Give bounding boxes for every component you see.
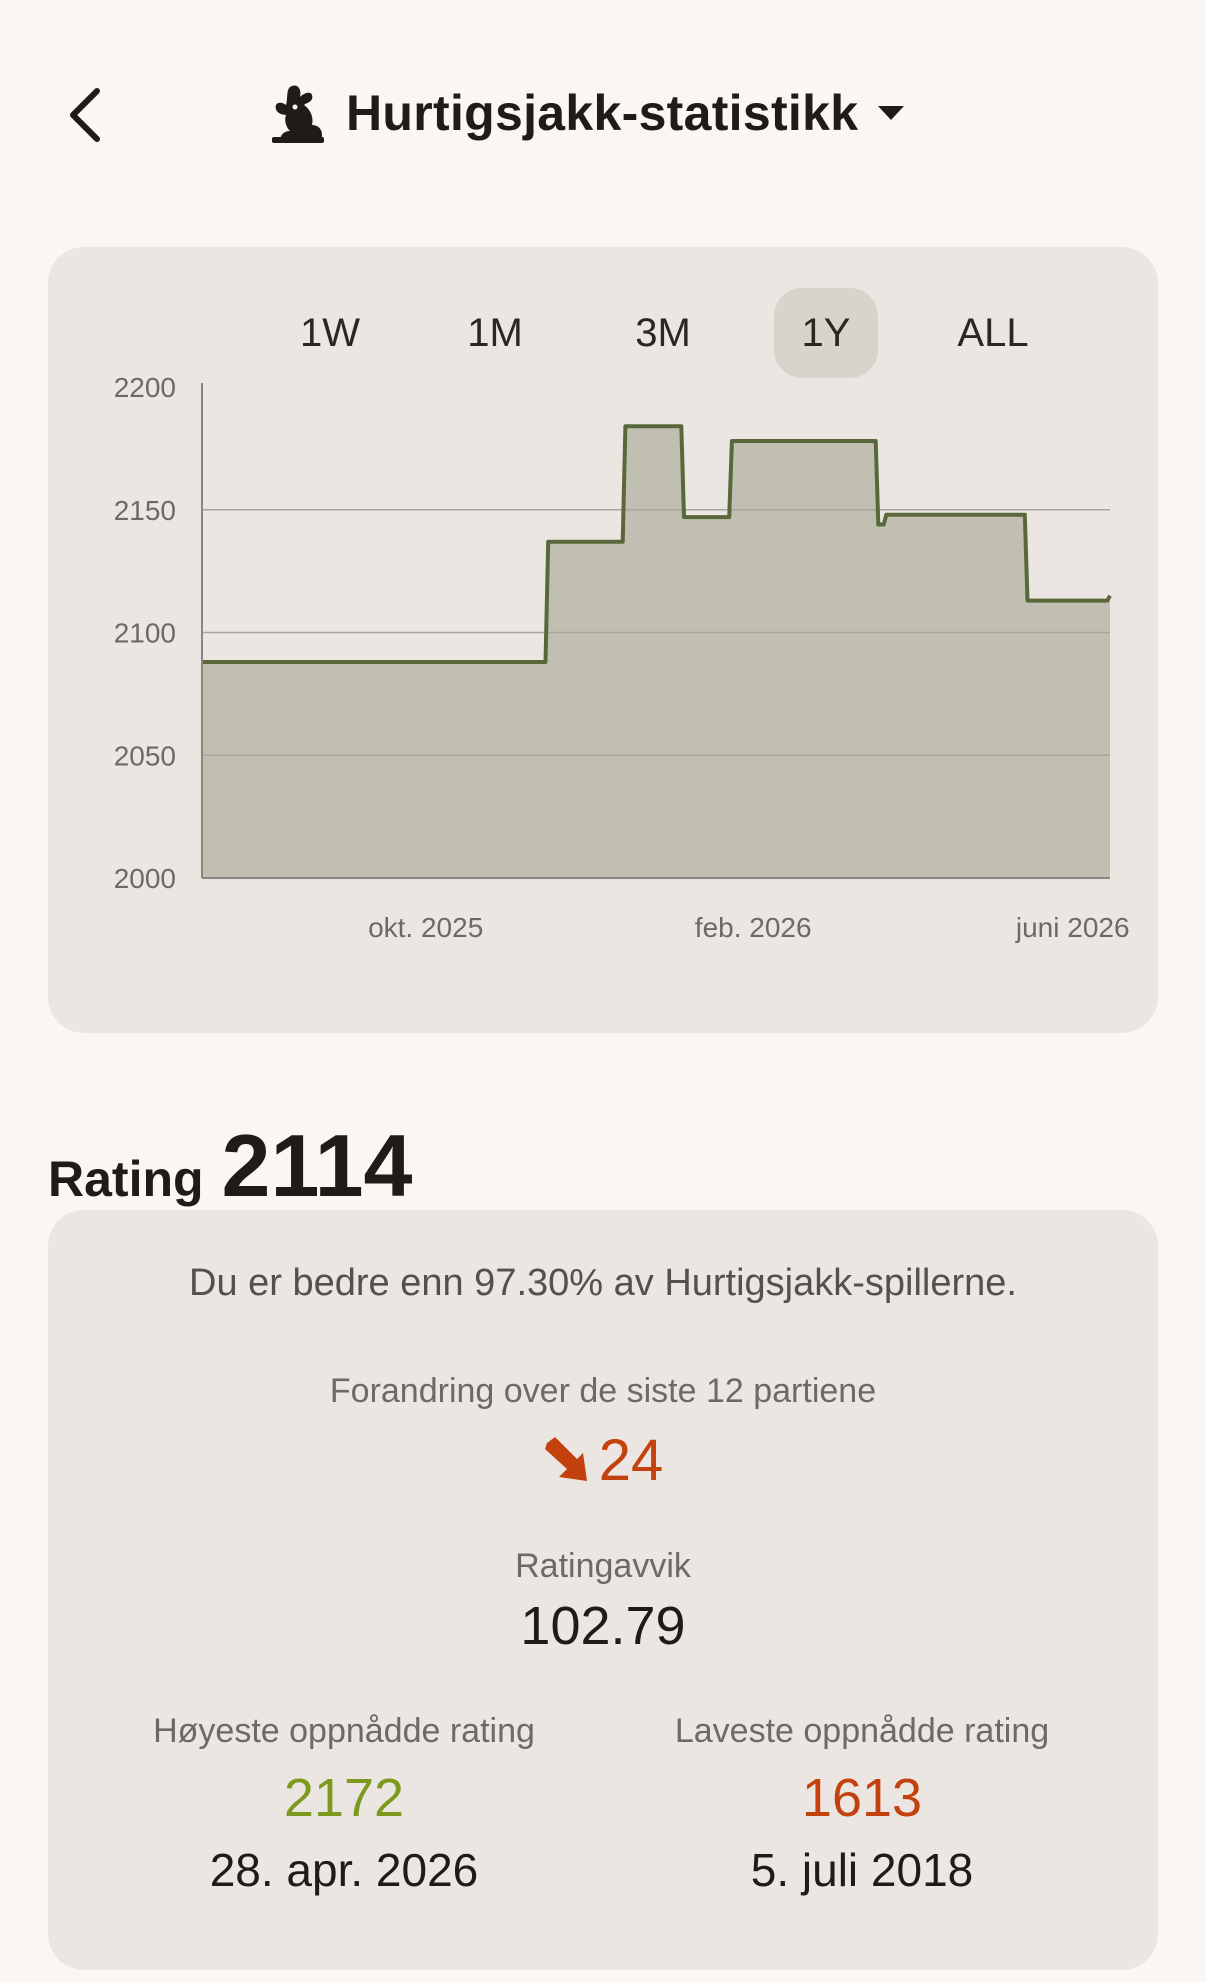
y-tick-label: 2000 bbox=[114, 863, 176, 894]
arrow-down-right-icon bbox=[544, 1437, 587, 1481]
deviation-value: 102.79 bbox=[520, 1596, 686, 1656]
change-label: Forandring over de siste 12 partiene bbox=[329, 1372, 877, 1410]
highest-date: 28. apr. 2026 bbox=[209, 1844, 479, 1896]
x-tick-label: juni 2026 bbox=[1015, 912, 1130, 943]
y-tick-label: 2200 bbox=[114, 372, 176, 403]
rating-label: Rating bbox=[48, 1151, 204, 1207]
x-tick-label: feb. 2026 bbox=[695, 912, 812, 943]
highest-label: Høyeste oppnådde rating bbox=[153, 1712, 535, 1750]
lowest-rating-block: Laveste oppnådde rating 1613 5. juli 201… bbox=[622, 1712, 1102, 1897]
deviation-label: Ratingavvik bbox=[515, 1547, 691, 1585]
change-row: 24 bbox=[0, 1425, 1206, 1495]
y-tick-label: 2150 bbox=[114, 495, 176, 526]
lowest-value: 1613 bbox=[801, 1768, 923, 1828]
x-tick-label: okt. 2025 bbox=[368, 912, 483, 943]
y-tick-label: 2100 bbox=[114, 618, 176, 649]
highest-value: 2172 bbox=[283, 1768, 405, 1828]
rating-value: 2114 bbox=[221, 1116, 413, 1215]
percentile-text: Du er bedre enn 97.30% av Hurtigsjakk-sp… bbox=[189, 1262, 1017, 1304]
change-value: 24 bbox=[598, 1427, 664, 1493]
highest-rating-block: Høyeste oppnådde rating 2172 28. apr. 20… bbox=[104, 1712, 584, 1897]
lowest-date: 5. juli 2018 bbox=[750, 1844, 974, 1896]
rating-chart: 2200 2150 2100 2050 2000 okt. 2025 feb. 2026 ju… bbox=[114, 372, 1130, 943]
y-tick-label: 2050 bbox=[114, 740, 176, 771]
chart-area-fill bbox=[202, 426, 1110, 878]
lowest-label: Laveste oppnådde rating bbox=[674, 1712, 1050, 1750]
current-rating: Rating 2114 bbox=[48, 1115, 412, 1217]
